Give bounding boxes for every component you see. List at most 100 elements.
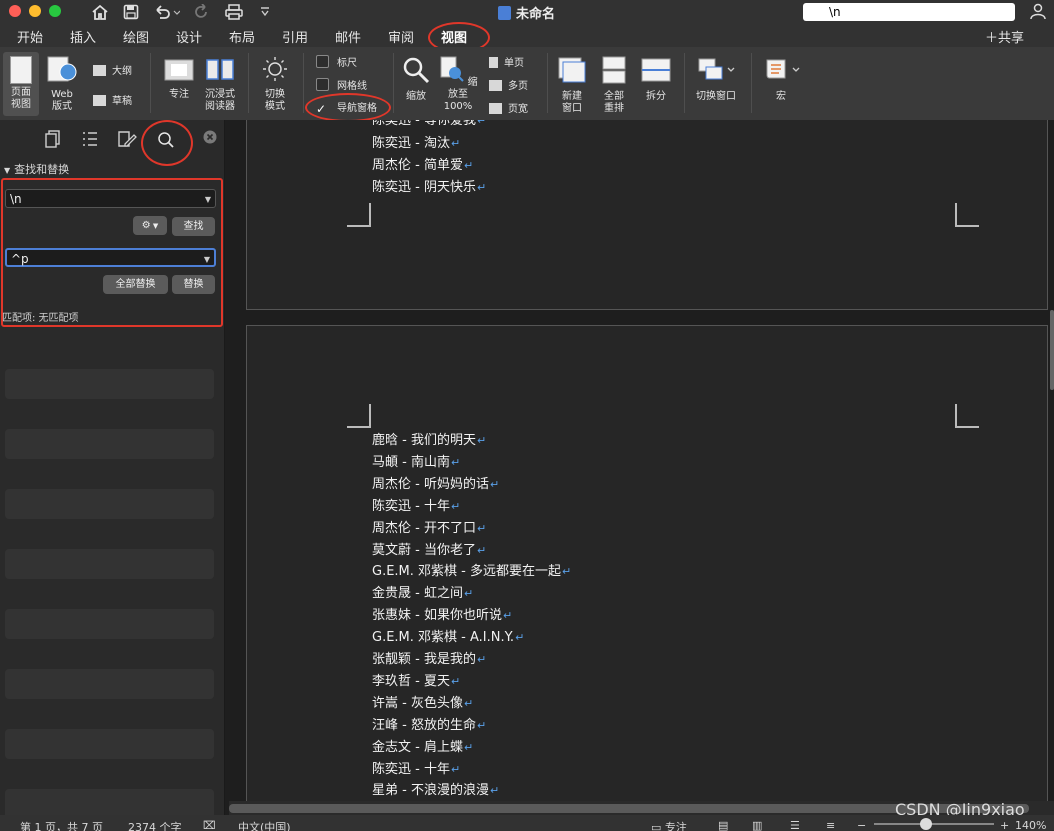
replace-button[interactable]: 替换 — [172, 275, 215, 294]
arrange-all-label: 全部 重排 — [604, 91, 624, 114]
language[interactable]: 中文(中国) — [238, 819, 291, 831]
macro-label: 宏 — [776, 91, 786, 102]
line-text: 金贵晟 - 虹之间 — [372, 586, 463, 602]
close-pane-icon[interactable] — [203, 130, 217, 144]
page-view-button[interactable]: 页面 视图 — [3, 52, 39, 116]
outline-button[interactable]: 大纲 — [93, 62, 132, 77]
find-replace-title: 查找和替换 — [14, 163, 70, 176]
save-icon[interactable] — [123, 4, 139, 20]
redo-icon[interactable] — [193, 4, 209, 20]
replace-input[interactable]: ^p ▼ — [5, 248, 216, 267]
line-text: 张惠妹 - 如果你也听说 — [372, 608, 502, 624]
line-text: G.E.M. 邓紫棋 - 多远都要在一起 — [372, 564, 561, 580]
gridlines-checkbox[interactable]: 网格线 — [316, 77, 367, 92]
zoom-slider-thumb[interactable] — [920, 818, 932, 830]
zoom-window-button[interactable] — [49, 5, 61, 17]
outline-view-icon[interactable]: ☰ — [790, 819, 800, 831]
reviewing-pane-icon[interactable] — [117, 130, 137, 148]
arrange-all-button[interactable]: 全部 重排 — [596, 56, 632, 115]
focus-label: 专注 — [169, 89, 189, 100]
status-bar: 第 1 页，共 7 页 2374 个字 ⌧ 中文(中国) ▭ 专注 ▤ ▥ ☰ … — [0, 815, 1054, 831]
web-view-button[interactable]: Web 版式 — [44, 56, 80, 113]
match-status: 匹配项: 无匹配项 — [2, 313, 79, 324]
draft-view-icon[interactable]: ≡ — [826, 819, 835, 831]
zoom-slider[interactable] — [874, 818, 994, 830]
text-line: 汪峰 - 怒放的生命↵ — [372, 714, 486, 733]
new-window-icon — [558, 57, 586, 83]
page-count[interactable]: 第 1 页，共 7 页 — [20, 819, 103, 831]
search-options-button[interactable]: ⚙ ▼ — [133, 216, 167, 235]
switch-window-button[interactable]: 切换窗口 — [690, 56, 742, 103]
single-page-icon — [489, 57, 498, 68]
find-input[interactable]: \n ▼ — [5, 189, 216, 208]
add-person-icon: ＋ — [984, 31, 998, 46]
home-icon[interactable] — [91, 4, 109, 20]
gridlines-label: 网格线 — [337, 81, 367, 92]
paragraph-mark: ↵ — [476, 543, 487, 557]
print-layout-icon[interactable]: ▤ — [718, 819, 728, 831]
toggle-mode-button[interactable]: 切换 模式 — [257, 56, 293, 113]
single-page-button[interactable]: 单页 — [489, 54, 524, 69]
draft-label: 草稿 — [112, 96, 132, 107]
proofing-icon[interactable]: ⌧ — [203, 819, 216, 831]
page-width-button[interactable]: 页宽 — [489, 100, 528, 115]
find-replace-header[interactable]: ▼ 查找和替换 — [4, 161, 69, 177]
multi-page-button[interactable]: 多页 — [489, 77, 528, 92]
multi-page-icon — [489, 80, 502, 91]
crop-mark — [347, 404, 371, 428]
zoom-100-button[interactable]: 缩放至 100% — [438, 56, 478, 113]
share-button[interactable]: ＋共享 — [985, 27, 1024, 46]
zoom-in-icon[interactable]: + — [1000, 819, 1009, 831]
zoom-level[interactable]: 140% — [1015, 819, 1046, 831]
line-text: 马頔 - 南山南 — [372, 454, 450, 470]
focus-mode[interactable]: ▭ 专注 — [651, 819, 687, 831]
tab-draw[interactable]: 绘图 — [123, 27, 149, 46]
find-value: \n — [10, 192, 22, 206]
immersive-reader-label: 沉浸式 阅读器 — [205, 89, 235, 112]
immersive-reader-button[interactable]: 沉浸式 阅读器 — [200, 56, 240, 113]
zoom-100-label: 缩放至 100% — [443, 77, 478, 112]
print-icon[interactable] — [225, 4, 243, 20]
minimize-window-button[interactable] — [29, 5, 41, 17]
zoom-button[interactable]: 缩放 — [400, 56, 432, 103]
multi-page-label: 多页 — [508, 81, 528, 92]
text-line: 张惠妹 - 如果你也听说↵ — [372, 604, 512, 623]
account-icon[interactable] — [1030, 3, 1046, 19]
tab-insert[interactable]: 插入 — [70, 27, 96, 46]
text-line: 陈奕迅 - 等你爱我↵ — [372, 120, 486, 128]
tab-design[interactable]: 设计 — [176, 27, 202, 46]
tab-layout[interactable]: 布局 — [229, 27, 255, 46]
paragraph-mark: ↵ — [463, 587, 474, 601]
macro-button[interactable]: 宏 — [760, 56, 802, 103]
thumbnails-icon[interactable] — [44, 130, 62, 148]
document-area[interactable]: 陈奕迅 - 等你爱我↵ 陈奕迅 - 淘汰↵ 周杰伦 - 简单爱↵ 陈奕迅 - 阴… — [225, 120, 1054, 815]
tab-mailings[interactable]: 邮件 — [335, 27, 361, 46]
find-history-dropdown-icon[interactable]: ▼ — [205, 190, 211, 209]
search-in-document-input[interactable]: \n — [803, 3, 1015, 21]
tab-references[interactable]: 引用 — [282, 27, 308, 46]
web-layout-icon[interactable]: ▥ — [752, 819, 762, 831]
split-button[interactable]: 拆分 — [638, 56, 674, 103]
tab-home[interactable]: 开始 — [17, 27, 43, 46]
focus-button[interactable]: 专注 — [161, 56, 197, 101]
triangle-down-icon: ▼ — [4, 166, 11, 175]
undo-icon[interactable] — [154, 4, 180, 20]
find-button[interactable]: 查找 — [172, 217, 215, 236]
text-line: 星弟 - 不浪漫的浪漫↵ — [372, 779, 499, 798]
tab-review[interactable]: 审阅 — [388, 27, 414, 46]
close-window-button[interactable] — [9, 5, 21, 17]
word-count[interactable]: 2374 个字 — [128, 819, 182, 831]
title-bar: 未命名 \n — [0, 0, 1054, 24]
document-map-icon[interactable] — [81, 130, 99, 148]
page-width-label: 页宽 — [508, 104, 528, 115]
ruler-checkbox[interactable]: 标尺 — [316, 54, 357, 69]
replace-history-dropdown-icon[interactable]: ▼ — [204, 250, 210, 269]
customize-toolbar-icon[interactable] — [260, 7, 270, 17]
draft-button[interactable]: 草稿 — [93, 92, 132, 107]
zoom-out-icon[interactable]: − — [857, 819, 866, 831]
new-window-button[interactable]: 新建 窗口 — [554, 56, 590, 115]
vertical-scrollbar[interactable] — [1050, 310, 1054, 390]
switch-window-label: 切换窗口 — [696, 91, 736, 102]
replace-all-button[interactable]: 全部替换 — [103, 275, 168, 294]
page-view-label: 页面 视图 — [11, 87, 31, 110]
